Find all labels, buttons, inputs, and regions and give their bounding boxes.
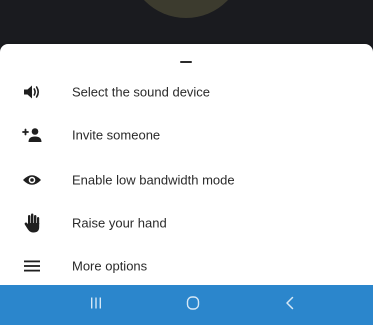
menu-item-label: Invite someone [72, 127, 161, 143]
eye-icon [22, 170, 42, 190]
menu-item-label: More options [72, 258, 148, 274]
menu-item-label: Enable low bandwidth mode [72, 172, 235, 188]
menu-item-label: Select the sound device [72, 84, 211, 100]
speaker-icon [22, 82, 42, 102]
back-button[interactable] [270, 285, 310, 325]
system-navigation-bar [0, 285, 373, 325]
bottom-sheet-menu: Select the sound device Invite someone E… [0, 44, 373, 285]
recents-icon [89, 296, 103, 315]
menu-item-more-options[interactable]: More options [0, 247, 373, 285]
menu-item-invite-someone[interactable]: Invite someone [0, 116, 373, 154]
menu-item-low-bandwidth-mode[interactable]: Enable low bandwidth mode [0, 161, 373, 199]
add-person-icon [22, 125, 42, 145]
menu-item-select-sound-device[interactable]: Select the sound device [0, 73, 373, 111]
hand-icon [22, 213, 42, 233]
drag-handle[interactable] [180, 61, 192, 63]
participant-avatar [128, 0, 244, 18]
menu-icon [22, 256, 42, 276]
home-icon [185, 295, 201, 316]
menu-item-label: Raise your hand [72, 215, 167, 231]
recents-button[interactable] [76, 285, 116, 325]
menu-item-raise-hand[interactable]: Raise your hand [0, 204, 373, 242]
home-button[interactable] [173, 285, 213, 325]
back-icon [283, 295, 297, 316]
